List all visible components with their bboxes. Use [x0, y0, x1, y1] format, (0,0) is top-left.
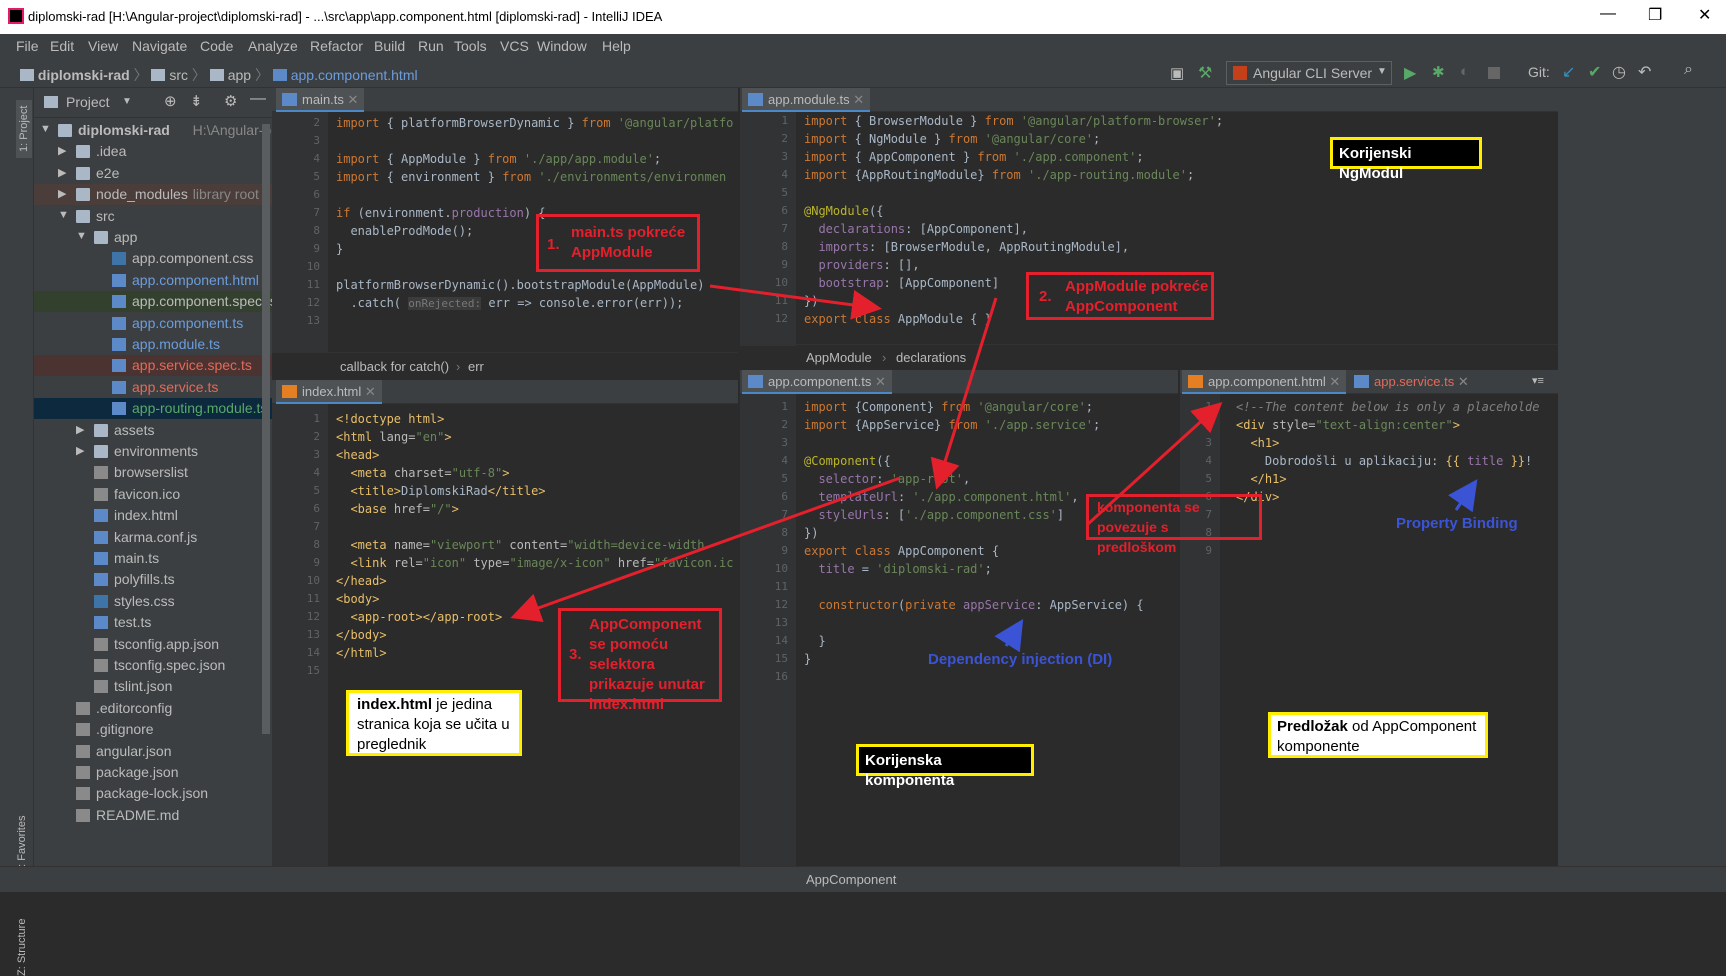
annotation-link: komponenta se povezuje s predloškom: [1086, 494, 1262, 555]
label-di: Dependency injection (DI): [928, 651, 1113, 668]
label-index-note: index.html je jedina stranica koja se uč…: [346, 690, 522, 756]
arrow-1: [709, 284, 882, 320]
arrow-3: [510, 476, 901, 622]
label-template-note: Predložak od AppComponent komponente: [1268, 712, 1488, 758]
arrow-pb: [1448, 479, 1478, 513]
label-property-binding: Property Binding: [1396, 515, 1518, 532]
structure-tool-tab[interactable]: Z: Structure: [16, 919, 28, 976]
annotation-1: 1. main.ts pokreće AppModule: [536, 214, 700, 272]
label-root-component: Korijenska komponenta: [856, 744, 1034, 789]
label-root-module: Korijenski NgModul: [1330, 137, 1482, 182]
arrow-di: [994, 618, 1024, 653]
annotation-3: 3. AppComponent se pomoću selektora prik…: [558, 608, 722, 713]
arrow-2: [930, 297, 998, 490]
annotation-2: 2. AppModule pokreće AppComponent: [1026, 272, 1214, 320]
